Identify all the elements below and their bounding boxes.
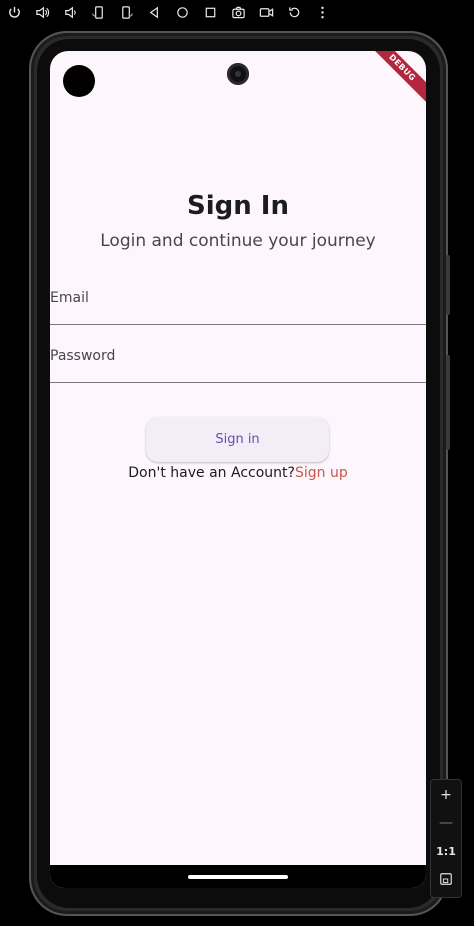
more-icon[interactable] bbox=[308, 0, 336, 24]
page-title: Sign In bbox=[187, 191, 289, 221]
sign-in-button[interactable]: Sign in bbox=[146, 417, 329, 462]
email-label: Email bbox=[50, 290, 89, 306]
fit-screen-icon[interactable] bbox=[431, 866, 461, 892]
device-side-button bbox=[446, 355, 450, 450]
navigation-bar bbox=[50, 865, 426, 888]
signup-prompt: Don't have an Account?Sign up bbox=[50, 465, 426, 481]
volume-up-icon[interactable] bbox=[28, 0, 56, 24]
sign-up-link[interactable]: Sign up bbox=[295, 465, 348, 481]
debug-banner: DEBUG bbox=[361, 51, 426, 109]
zoom-controls: + — 1:1 bbox=[430, 779, 462, 898]
app-screen: DEBUG Sign In Login and continue your jo… bbox=[50, 51, 426, 888]
status-bar-indicator bbox=[63, 65, 95, 97]
rotate-left-icon[interactable] bbox=[84, 0, 112, 24]
emulator-toolbar bbox=[0, 0, 474, 24]
front-camera bbox=[227, 63, 249, 85]
no-account-text: Don't have an Account? bbox=[128, 465, 295, 481]
zoom-ratio-button[interactable]: 1:1 bbox=[431, 838, 461, 864]
replay-icon[interactable] bbox=[280, 0, 308, 24]
password-label: Password bbox=[50, 348, 116, 364]
home-icon[interactable] bbox=[168, 0, 196, 24]
rotate-right-icon[interactable] bbox=[112, 0, 140, 24]
zoom-out-button[interactable]: — bbox=[431, 810, 461, 836]
zoom-in-button[interactable]: + bbox=[431, 782, 461, 808]
power-icon[interactable] bbox=[0, 0, 28, 24]
volume-down-icon[interactable] bbox=[56, 0, 84, 24]
password-field[interactable]: Password bbox=[50, 336, 426, 383]
back-icon[interactable] bbox=[140, 0, 168, 24]
camera-icon[interactable] bbox=[224, 0, 252, 24]
email-field[interactable]: Email bbox=[50, 278, 426, 325]
video-icon[interactable] bbox=[252, 0, 280, 24]
home-gesture-bar[interactable] bbox=[188, 875, 288, 879]
page-subtitle: Login and continue your journey bbox=[100, 231, 376, 251]
device-side-button bbox=[446, 255, 450, 315]
overview-icon[interactable] bbox=[196, 0, 224, 24]
